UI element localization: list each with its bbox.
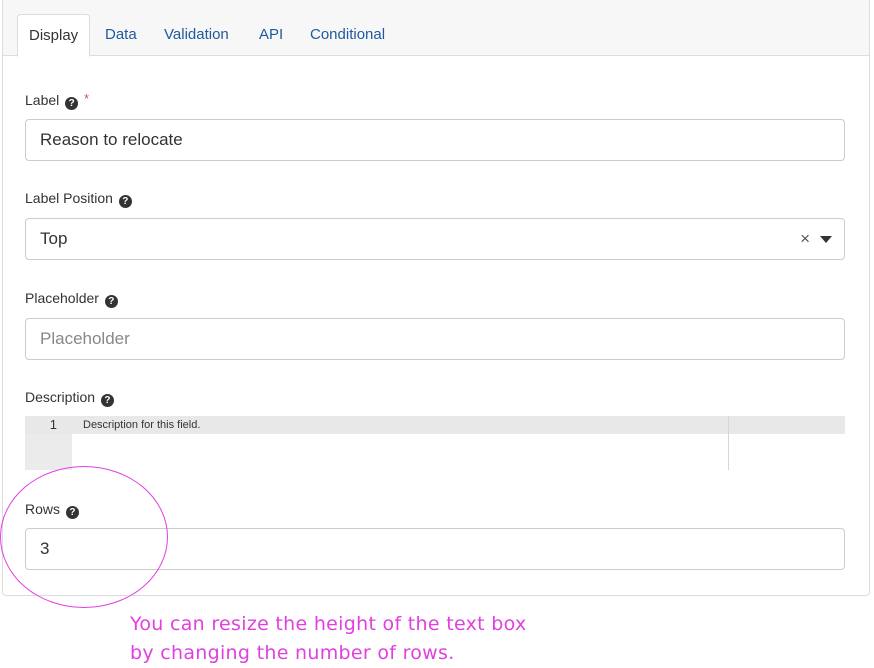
placeholder-label-text: Placeholder [25,290,99,306]
required-asterisk: * [84,91,90,106]
editor-print-margin [728,416,729,470]
description-label-text: Description [25,389,96,405]
description-label: Description ? [25,389,114,407]
rows-label: Rows ? [25,501,79,519]
placeholder-input[interactable] [25,318,845,360]
editor-line-number: 1 [49,417,57,432]
tab-validation[interactable]: Validation [164,14,229,56]
label-field-label: Label ? * [25,91,89,110]
tab-display[interactable]: Display [17,14,91,57]
tab-conditional[interactable]: Conditional [310,14,385,56]
description-code-editor[interactable]: 1 Description for this field. [25,416,845,470]
label-position-label: Label Position ? [25,190,132,208]
editor-line-text[interactable]: Description for this field. [83,416,200,434]
placeholder-label: Placeholder ? [25,290,118,308]
annotation-callout: You can resize the height of the text bo… [130,610,527,668]
tab-api[interactable]: API [259,14,283,56]
rows-label-text: Rows [25,501,61,517]
label-position-select[interactable]: Top × [25,218,845,260]
rows-input[interactable] [25,528,845,570]
caret-down-icon[interactable] [820,236,832,243]
clear-selection-icon[interactable]: × [800,219,810,259]
help-icon[interactable]: ? [118,195,132,208]
label-position-label-text: Label Position [25,190,113,206]
annotation-line-2: by changing the number of rows. [130,642,455,664]
annotation-line-1: You can resize the height of the text bo… [130,613,527,635]
component-settings-panel: Display Data Validation API Conditional … [2,0,870,596]
help-icon[interactable]: ? [104,295,118,308]
tab-bar: Display Data Validation API Conditional [3,0,869,57]
label-position-selected-value: Top [40,229,68,248]
help-icon[interactable]: ? [65,97,79,110]
help-icon[interactable]: ? [65,506,79,519]
label-input[interactable] [25,119,845,161]
tab-data[interactable]: Data [105,14,137,56]
help-icon[interactable]: ? [100,394,114,407]
label-field-label-text: Label [25,92,60,108]
